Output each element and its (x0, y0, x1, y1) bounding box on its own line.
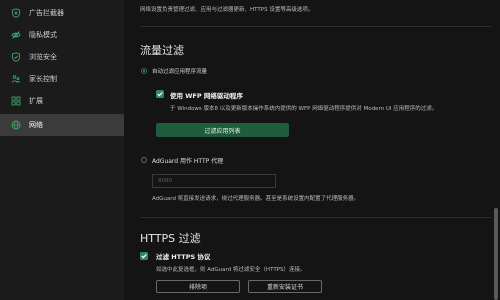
auto-filter-label: 自动过滤应用程序流量 (152, 69, 208, 75)
http-proxy-radio[interactable] (141, 157, 147, 163)
http-proxy-label: AdGuard 用作 HTTP 代理 (152, 158, 224, 165)
eye-off-icon (11, 30, 21, 40)
sidebar-item-browsing-security[interactable]: 浏览安全 (0, 46, 124, 68)
wfp-driver-checkbox[interactable] (156, 90, 164, 98)
divider (140, 217, 492, 218)
https-filter-checkbox[interactable] (140, 252, 148, 260)
filter-apps-button[interactable]: 过滤应用列表 (156, 123, 289, 137)
sidebar-item-extensions[interactable]: 扩展 (0, 90, 124, 112)
proxy-port-input[interactable]: 8080 (152, 174, 276, 188)
scrollbar-thumb[interactable] (494, 208, 498, 300)
family-icon (11, 74, 21, 84)
wfp-driver-label: 使用 WFP 网络驱动程序 (170, 92, 243, 100)
traffic-filtering-title: 流量过滤 (140, 44, 184, 57)
https-filter-label: 过滤 HTTPS 协议 (156, 253, 211, 261)
sidebar-item-label: 网络 (29, 121, 43, 129)
sidebar-item-label: 扩展 (29, 97, 43, 105)
reinstall-certificate-button[interactable]: 重新安装证书 (248, 280, 322, 293)
https-filter-description: 如选中此复选框，则 AdGuard 将过滤安全（HTTPS）连接。 (156, 267, 306, 273)
divider (140, 26, 492, 27)
sidebar-item-stealth-mode[interactable]: 隐私模式 (0, 24, 124, 46)
https-filtering-title: HTTPS 过滤 (140, 232, 201, 245)
network-settings-panel: 网络设置负责管理过滤、应用与过滤器更新、HTTPS 设置等高级选项。 流量过滤 … (124, 0, 500, 300)
proxy-description: AdGuard 将直接发送请求，绕过代理服务器。甚至是系统设置内配置了代理服务器… (152, 196, 360, 202)
globe-icon (11, 120, 21, 130)
sidebar-item-label: 家长控制 (29, 75, 57, 83)
wfp-driver-description: 于 Windows 版本8 以及更新版本操作系统内提供的 WFP 网络驱动程序提… (170, 106, 438, 112)
sidebar: 广告拦截器 隐私模式 浏览安全 家长控制 扩展 网络 (0, 0, 124, 300)
checkmark-icon (157, 91, 163, 97)
sidebar-item-parental-control[interactable]: 家长控制 (0, 68, 124, 90)
network-intro-text: 网络设置负责管理过滤、应用与过滤器更新、HTTPS 设置等高级选项。 (140, 7, 314, 13)
sidebar-item-label: 广告拦截器 (29, 9, 64, 17)
exclusions-button[interactable]: 排除项 (156, 280, 240, 293)
shield-x-icon (11, 8, 21, 18)
sidebar-item-network[interactable]: 网络 (0, 114, 124, 136)
sidebar-item-ad-blocker[interactable]: 广告拦截器 (0, 2, 124, 24)
grid-icon (11, 96, 21, 106)
sidebar-item-label: 浏览安全 (29, 53, 57, 61)
checkmark-icon (141, 253, 147, 259)
shield-check-icon (11, 52, 21, 62)
auto-filter-radio[interactable] (141, 68, 147, 74)
sidebar-item-label: 隐私模式 (29, 31, 57, 39)
